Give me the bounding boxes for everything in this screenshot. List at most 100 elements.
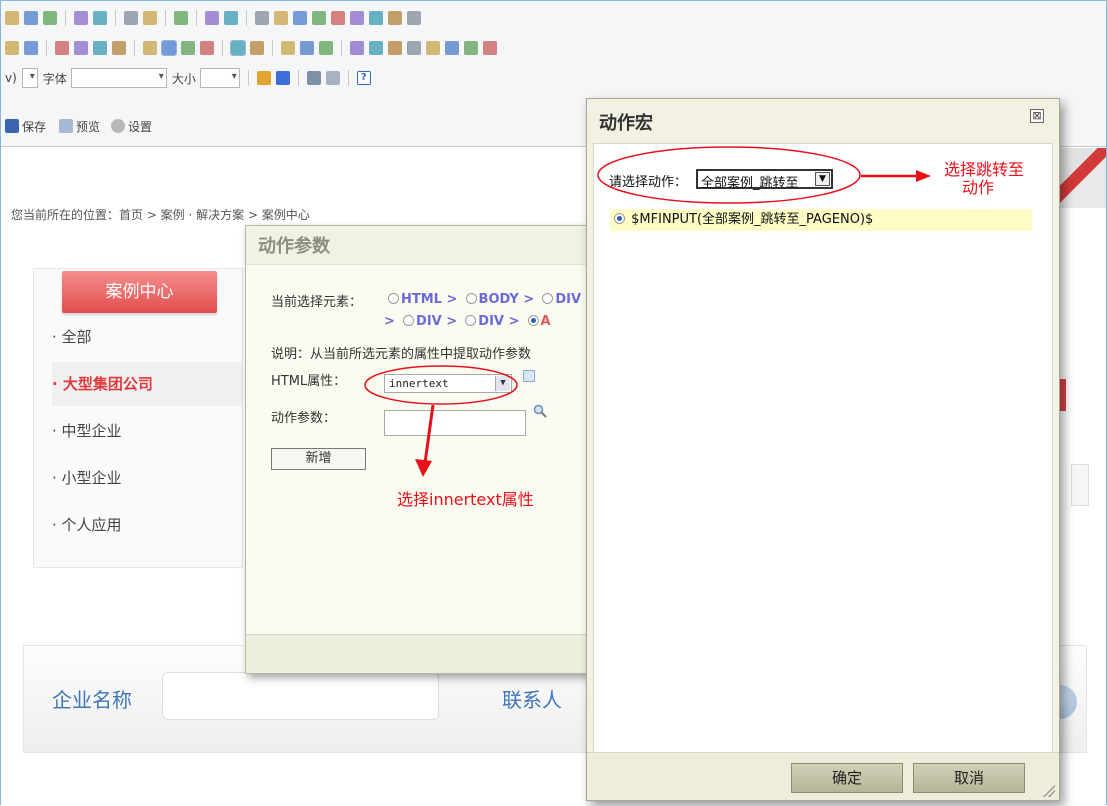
- ok-button[interactable]: 确定: [791, 763, 903, 793]
- macro-radio[interactable]: [614, 213, 625, 224]
- textfield-icon[interactable]: [312, 11, 326, 25]
- sidebar: 案例中心 · 全部 · 大型集团公司 · 中型企业 · 小型企业 · 个人应用: [33, 268, 243, 568]
- save-button[interactable]: 保存: [5, 118, 46, 135]
- html-attr-value: innertext: [389, 377, 449, 390]
- outdent-icon[interactable]: [55, 41, 69, 55]
- elem-div-2[interactable]: DIV >: [416, 314, 457, 329]
- ltr-icon[interactable]: [230, 40, 246, 56]
- justify-icon[interactable]: [200, 41, 214, 55]
- spellcheck-icon[interactable]: [205, 11, 219, 25]
- radio-a[interactable]: [527, 315, 539, 326]
- radio-html[interactable]: [388, 293, 399, 304]
- annotation-select-jump-line-2: 动作: [962, 178, 995, 197]
- replace-icon[interactable]: [143, 11, 157, 25]
- element-path-row-2: > DIV > DIV > A: [384, 314, 551, 329]
- checkbox-icon[interactable]: [274, 11, 288, 25]
- resize-grip-icon[interactable]: [1043, 785, 1055, 797]
- image-icon[interactable]: [350, 41, 364, 55]
- font-select[interactable]: [70, 68, 167, 88]
- search-icon[interactable]: [533, 404, 547, 418]
- action-param-label: 动作参数：: [271, 411, 337, 426]
- company-name-input[interactable]: [162, 672, 439, 720]
- elem-body[interactable]: BODY >: [479, 292, 535, 307]
- add-button[interactable]: 新增: [271, 448, 366, 470]
- toolbar-row-4: 保存 预览 设置: [5, 115, 152, 137]
- radio-body[interactable]: [465, 293, 477, 304]
- div-container-icon[interactable]: [112, 41, 126, 55]
- bulleted-list-icon[interactable]: [24, 41, 38, 55]
- radio-div-1[interactable]: [542, 293, 554, 304]
- sidebar-item-medium[interactable]: · 中型企业: [52, 409, 242, 453]
- hidden-field-icon[interactable]: [407, 11, 421, 25]
- toolbar-separator: [246, 10, 247, 26]
- blockquote-icon[interactable]: [93, 41, 107, 55]
- align-center-icon[interactable]: [161, 40, 177, 56]
- find-icon[interactable]: [124, 11, 138, 25]
- paste-word-icon[interactable]: [43, 11, 57, 25]
- select-action-dropdown[interactable]: 全部案例_跳转至 ▼: [696, 169, 833, 191]
- size-combo[interactable]: 大小: [172, 68, 240, 88]
- close-icon[interactable]: ⊠: [1030, 109, 1044, 123]
- rtl-icon[interactable]: [250, 41, 264, 55]
- action-macro-title: 动作宏: [599, 113, 653, 134]
- radio-div-3[interactable]: [465, 315, 477, 326]
- html-attr-select[interactable]: innertext ▼: [384, 374, 512, 393]
- image-button-icon[interactable]: [388, 11, 402, 25]
- bg-color-icon[interactable]: [275, 71, 290, 85]
- paste-text-icon[interactable]: [24, 11, 38, 25]
- smiley-icon[interactable]: [426, 41, 440, 55]
- align-right-icon[interactable]: [181, 41, 195, 55]
- font-combo[interactable]: 字体: [43, 68, 167, 88]
- select-field-icon[interactable]: [350, 11, 364, 25]
- radio-div-2[interactable]: [403, 315, 415, 326]
- size-label: 大小: [171, 71, 196, 86]
- macro-option[interactable]: $MFINPUT(全部案例_跳转至_PAGENO)$: [610, 209, 1032, 231]
- sidebar-item-personal[interactable]: · 个人应用: [52, 503, 242, 547]
- chevron-down-icon[interactable]: ▼: [495, 376, 510, 391]
- table-icon[interactable]: [388, 41, 402, 55]
- elem-html[interactable]: HTML >: [401, 292, 457, 307]
- numbered-list-icon[interactable]: [5, 41, 19, 55]
- redo-icon[interactable]: [93, 11, 107, 25]
- iframe-icon[interactable]: [483, 41, 497, 55]
- horizontal-rule-icon[interactable]: [407, 41, 421, 55]
- toolbar-separator: [65, 10, 66, 26]
- cancel-button[interactable]: 取消: [913, 763, 1025, 793]
- textarea-icon[interactable]: [331, 11, 345, 25]
- action-param-input[interactable]: [384, 410, 526, 436]
- form-icon[interactable]: [255, 11, 269, 25]
- elem-div-1[interactable]: DIV: [555, 292, 581, 307]
- style-select-arrow[interactable]: [21, 68, 38, 88]
- style-combo-tail[interactable]: v): [5, 71, 17, 85]
- radio-icon[interactable]: [293, 11, 307, 25]
- chevron-down-icon[interactable]: ▼: [815, 172, 830, 186]
- sidebar-item-small[interactable]: · 小型企业: [52, 456, 242, 500]
- unlink-icon[interactable]: [300, 41, 314, 55]
- flash-icon[interactable]: [369, 41, 383, 55]
- elem-a[interactable]: A: [541, 314, 551, 329]
- indent-icon[interactable]: [74, 41, 88, 55]
- show-blocks-icon[interactable]: [325, 71, 340, 85]
- select-all-icon[interactable]: [174, 11, 188, 25]
- toolbar-separator: [46, 40, 47, 56]
- maximize-icon[interactable]: [306, 71, 321, 85]
- refresh-icon[interactable]: [523, 370, 535, 382]
- preview-button[interactable]: 预览: [59, 118, 100, 135]
- page-break-icon[interactable]: [464, 41, 478, 55]
- size-select[interactable]: [199, 68, 240, 88]
- anchor-icon[interactable]: [319, 41, 333, 55]
- button-field-icon[interactable]: [369, 11, 383, 25]
- spellcheck-options-icon[interactable]: [224, 11, 238, 25]
- link-icon[interactable]: [281, 41, 295, 55]
- text-color-icon[interactable]: [256, 71, 271, 85]
- toolbar-row-2: [5, 37, 497, 59]
- elem-div-3[interactable]: DIV >: [478, 314, 519, 329]
- settings-button[interactable]: 设置: [111, 118, 152, 135]
- paste-icon[interactable]: [5, 11, 19, 25]
- special-char-icon[interactable]: [445, 41, 459, 55]
- sidebar-item-all[interactable]: · 全部: [52, 315, 242, 359]
- align-left-icon[interactable]: [143, 41, 157, 55]
- undo-icon[interactable]: [74, 11, 88, 25]
- sidebar-item-large-group[interactable]: · 大型集团公司: [52, 362, 242, 406]
- help-icon[interactable]: ?: [356, 71, 371, 85]
